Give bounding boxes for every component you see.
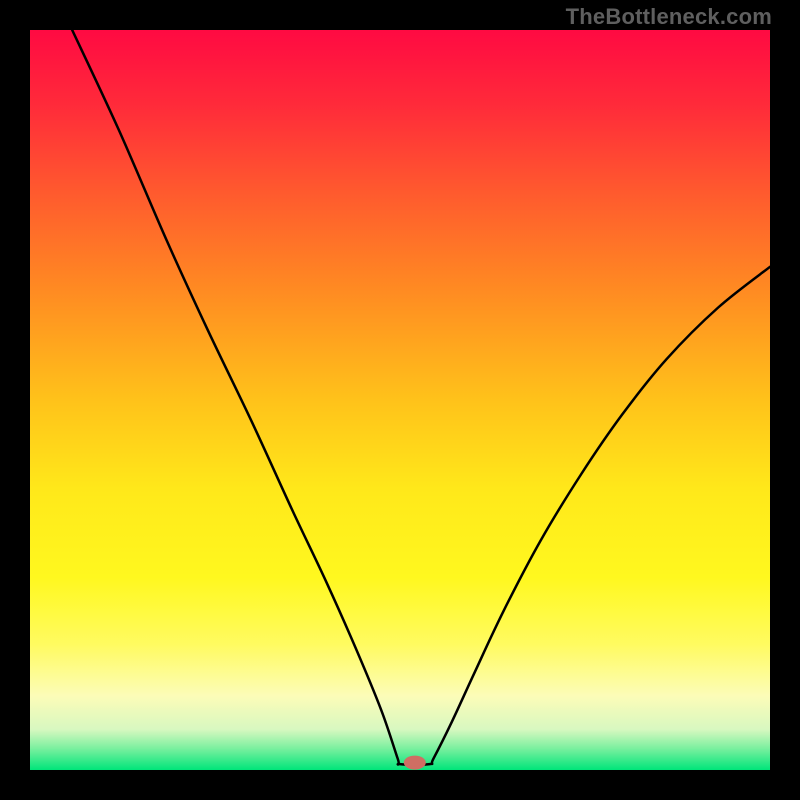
watermark-text: TheBottleneck.com <box>566 4 772 30</box>
chart-svg <box>30 30 770 770</box>
plot-area <box>30 30 770 770</box>
gradient-background <box>30 30 770 770</box>
chart-frame: TheBottleneck.com <box>0 0 800 800</box>
optimum-marker <box>404 756 426 770</box>
